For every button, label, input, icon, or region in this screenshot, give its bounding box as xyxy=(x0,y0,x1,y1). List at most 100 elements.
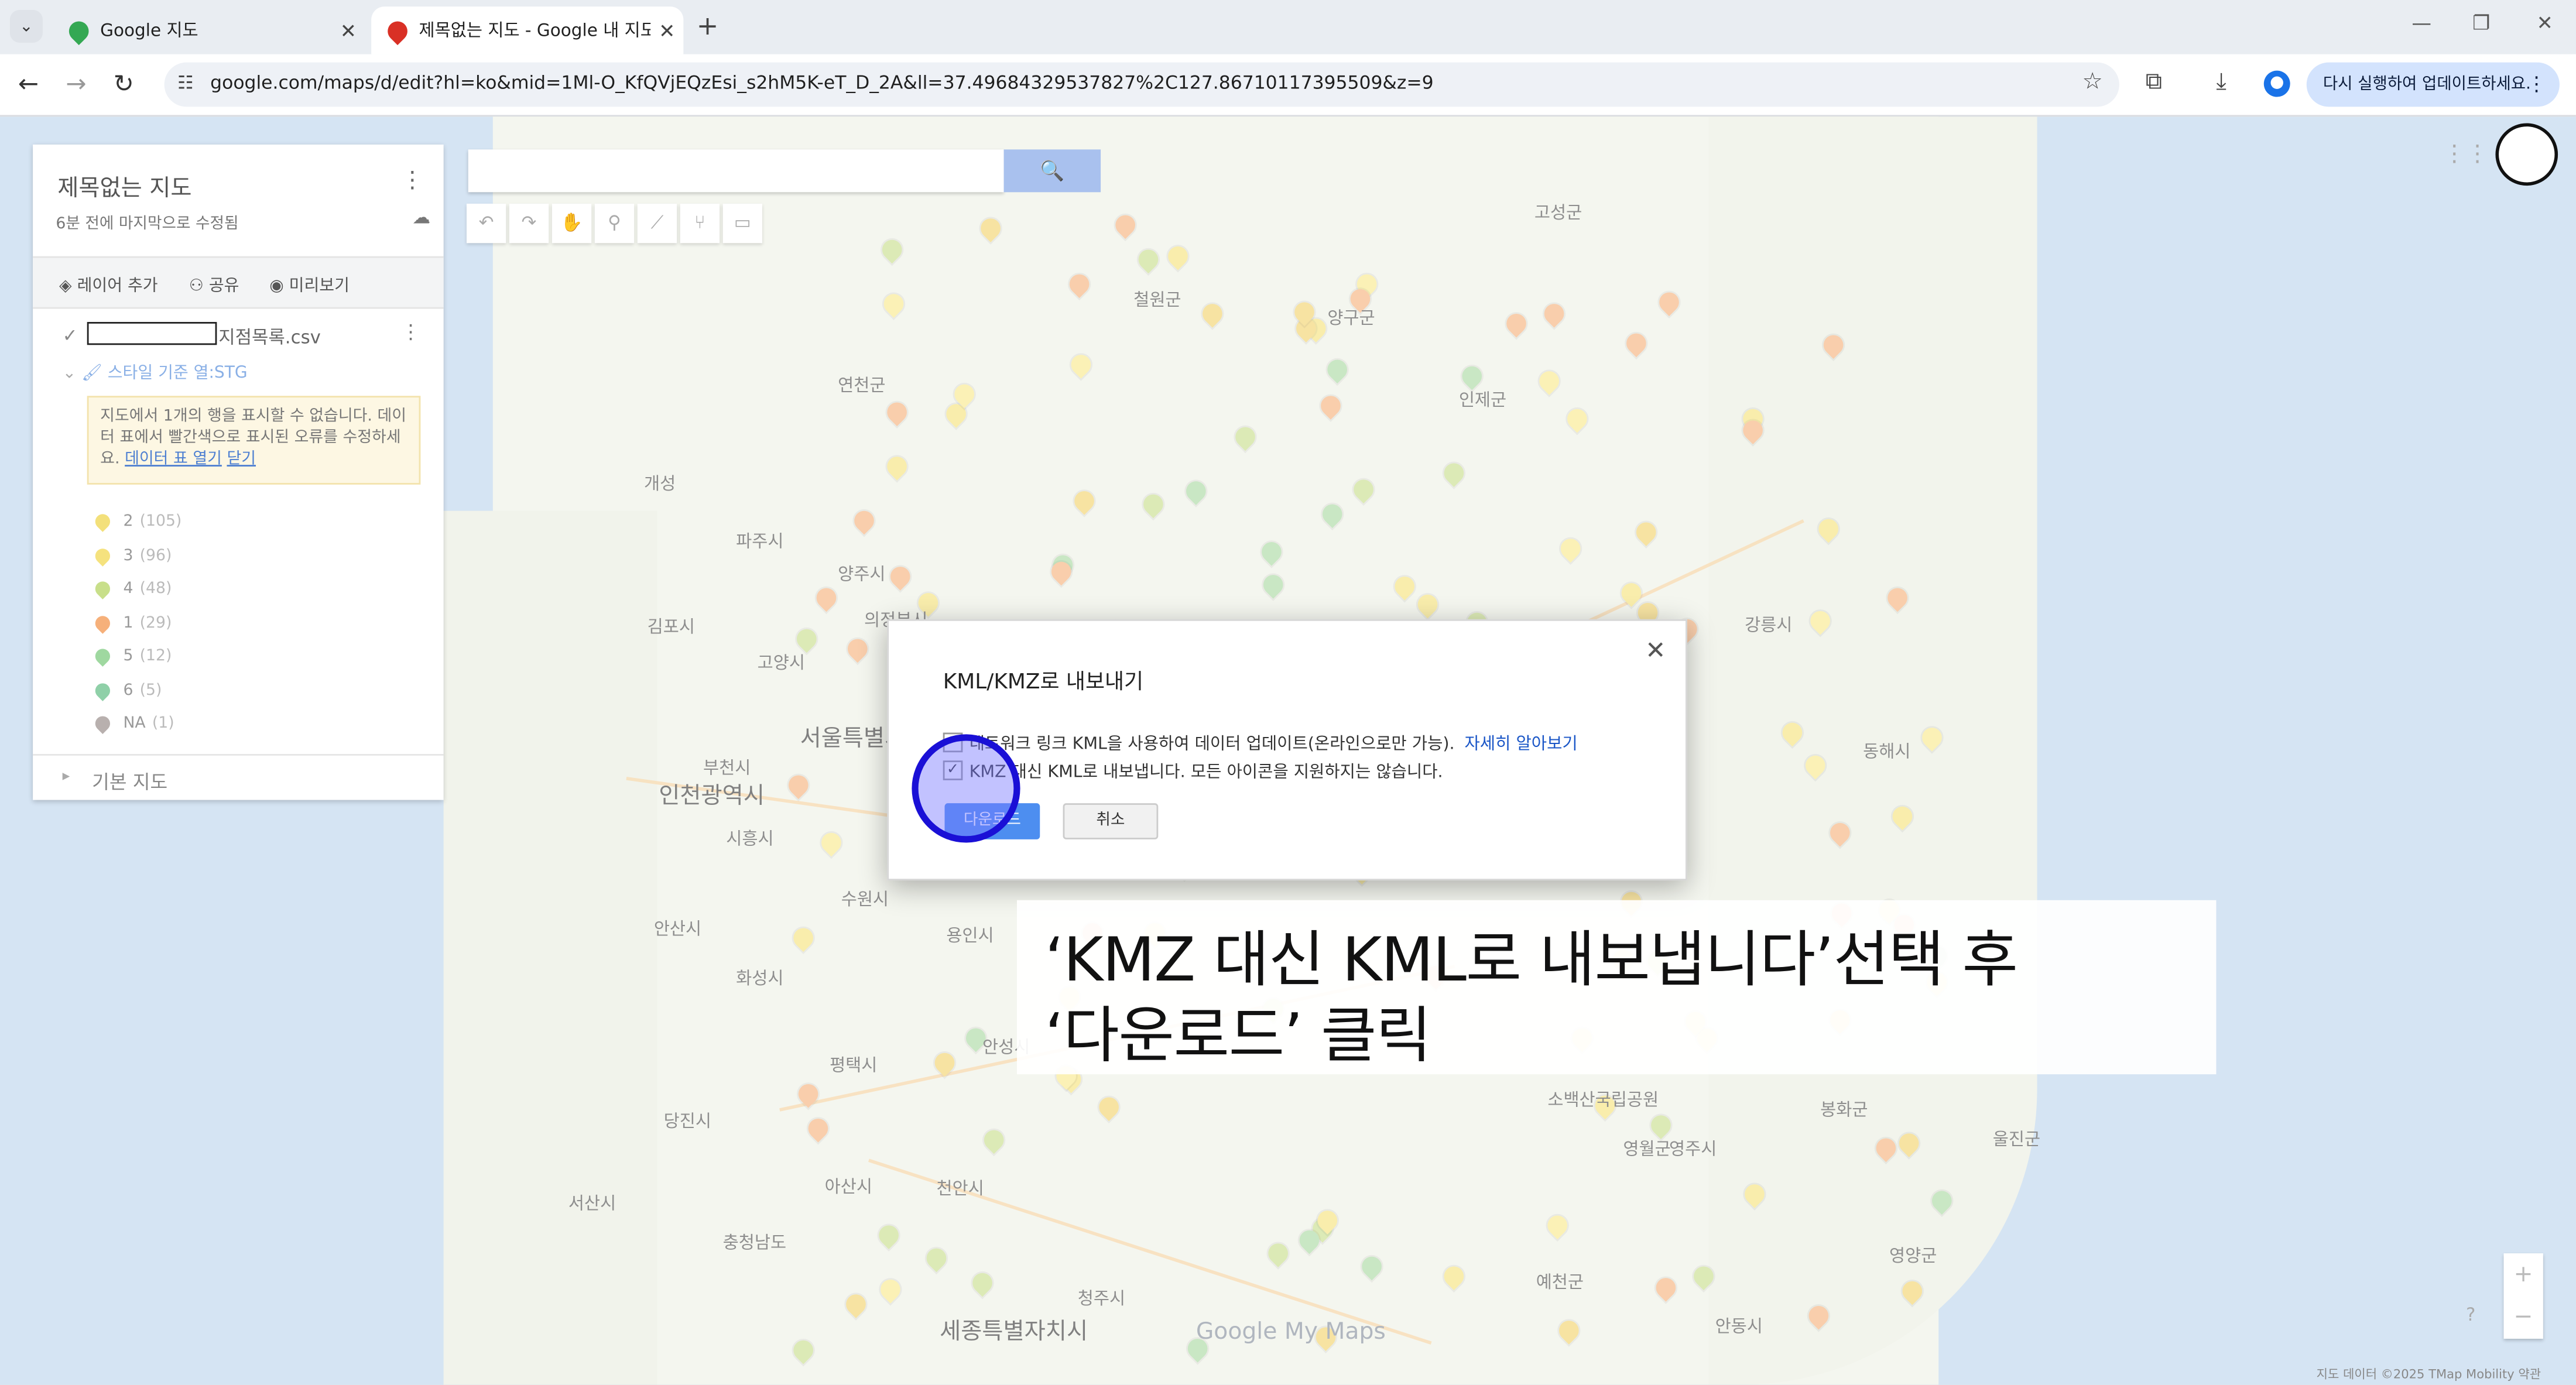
map-title[interactable]: 제목없는 지도 xyxy=(57,171,191,204)
legend-label: 4 xyxy=(123,580,133,598)
dialog-close-icon[interactable]: ✕ xyxy=(1645,636,1666,666)
forward-arrow-icon[interactable]: → xyxy=(66,69,86,99)
legend-item[interactable]: 4 (48) xyxy=(92,578,172,599)
search-icon: 🔍 xyxy=(1040,159,1065,183)
style-label: 스타일 기준 열:STG xyxy=(107,364,248,383)
extensions-puzzle-icon[interactable]: ⧉ xyxy=(2146,69,2162,95)
last-edited-text: 6분 전에 마지막으로 수정됨 xyxy=(56,215,239,234)
legend-label: 1 xyxy=(123,613,133,632)
panel-menu-kebab-icon[interactable]: ⋮ xyxy=(401,167,424,194)
legend-count: (12) xyxy=(139,647,172,666)
error-warning-box: 지도에서 1개의 행을 표시할 수 없습니다. 데이터 표에서 빨간색으로 표시… xyxy=(87,396,421,485)
map-side-panel: 제목없는 지도 ⋮ 6분 전에 마지막으로 수정됨 ☁ ◈ 레이어 추가 ⚇ 공… xyxy=(33,144,444,800)
add-person-icon: ⚇ xyxy=(189,277,204,296)
chevron-right-icon[interactable]: ▸ xyxy=(63,769,70,785)
menu-kebab-icon[interactable]: ⋮ xyxy=(2527,63,2547,107)
legend-item[interactable]: 2 (105) xyxy=(92,511,182,532)
zoom-in-icon[interactable]: + xyxy=(2503,1253,2543,1296)
reload-icon[interactable]: ↻ xyxy=(114,69,134,99)
layers-icon: ◈ xyxy=(59,277,72,296)
paint-roller-icon: 🖌 xyxy=(81,364,102,383)
legend-marker-icon xyxy=(92,646,114,667)
share-button[interactable]: ⚇ 공유 xyxy=(189,271,239,296)
legend-item[interactable]: 1 (29) xyxy=(92,612,172,633)
chevron-down-icon[interactable]: ⌄ xyxy=(63,365,77,383)
search-button[interactable]: 🔍 xyxy=(1003,149,1101,193)
network-link-option[interactable]: 네트워크 링크 KML을 사용하여 데이터 업데이트(온라인으로만 가능). 자… xyxy=(943,729,1578,754)
tab-title: Google 지도 xyxy=(100,21,198,42)
base-map-label: 기본 지도 xyxy=(92,770,168,794)
help-icon[interactable]: ? xyxy=(2466,1304,2475,1325)
marker-icon[interactable]: ⚲ xyxy=(594,203,635,244)
zoom-controls: + − xyxy=(2503,1253,2543,1339)
zoom-out-icon[interactable]: − xyxy=(2503,1296,2543,1339)
restore-icon[interactable]: ❐ xyxy=(2472,12,2490,35)
address-bar[interactable]: ☷ google.com/maps/d/edit?hl=ko&mid=1Ml-O… xyxy=(164,62,2119,107)
new-tab-icon[interactable]: + xyxy=(697,10,719,41)
site-info-icon[interactable]: ☷ xyxy=(177,72,194,93)
url-text[interactable]: google.com/maps/d/edit?hl=ko&mid=1Ml-O_K… xyxy=(210,72,1433,93)
click-highlight-circle xyxy=(912,734,1020,843)
screenshot-root: ⌄ Google 지도 ✕ 제목없는 지도 - Google 내 지도 ✕ + … xyxy=(0,0,2576,1385)
cancel-button[interactable]: 취소 xyxy=(1063,803,1159,839)
learn-more-link[interactable]: 자세히 알아보기 xyxy=(1465,729,1578,754)
hand-icon[interactable]: ✋ xyxy=(551,203,592,244)
base-map-section[interactable]: ▸ 기본 지도 xyxy=(33,753,444,793)
tab-google-maps[interactable]: Google 지도 ✕ xyxy=(53,6,365,54)
legend-marker-icon xyxy=(92,612,114,633)
legend-item[interactable]: 6 (5) xyxy=(92,679,162,701)
redo-icon[interactable]: ↷ xyxy=(509,203,549,244)
legend-marker-icon xyxy=(92,578,114,599)
directions-icon[interactable]: ⑂ xyxy=(680,203,720,244)
panel-actions: ◈ 레이어 추가 ⚇ 공유 ◉ 미리보기 xyxy=(33,256,444,309)
tab-close-icon[interactable]: ✕ xyxy=(650,19,683,42)
window-close-icon[interactable]: ✕ xyxy=(2537,12,2553,35)
account-avatar[interactable] xyxy=(2495,123,2558,186)
update-button[interactable]: 다시 실행하여 업데이트하세요. ⋮ xyxy=(2306,62,2560,107)
legend-marker-icon xyxy=(92,544,114,566)
bookmark-star-icon[interactable]: ☆ xyxy=(2082,69,2103,95)
close-warning-link[interactable]: 닫기 xyxy=(227,450,256,468)
minimize-icon[interactable]: — xyxy=(2411,12,2431,35)
back-arrow-icon[interactable]: ← xyxy=(18,69,39,99)
legend-marker-icon xyxy=(92,511,114,532)
preview-button[interactable]: ◉ 미리보기 xyxy=(269,271,350,296)
legend-count: (96) xyxy=(139,546,172,564)
map-attribution: 지도 데이터 ©2025 TMap Mobility 약관 xyxy=(2316,1366,2541,1381)
layer-name[interactable]: 지점목록.csv xyxy=(218,324,321,350)
legend-count: (1) xyxy=(152,714,174,733)
open-data-table-link[interactable]: 데이터 표 열기 xyxy=(125,450,222,468)
legend-count: (5) xyxy=(139,681,162,699)
tab-close-icon[interactable]: ✕ xyxy=(332,19,365,42)
draw-line-icon[interactable]: ⟋ xyxy=(637,203,677,244)
share-label: 공유 xyxy=(208,277,239,296)
add-layer-button[interactable]: ◈ 레이어 추가 xyxy=(59,271,158,296)
profile-avatar-icon[interactable]: ● xyxy=(2263,70,2290,97)
tab-my-maps[interactable]: 제목없는 지도 - Google 내 지도 ✕ xyxy=(371,6,684,54)
layer-visibility-checkbox[interactable]: ✓ xyxy=(63,325,78,347)
layer-menu-kebab-icon[interactable]: ⋮ xyxy=(401,320,421,343)
cloud-saved-icon: ☁ xyxy=(412,207,431,229)
download-icon[interactable]: ⤓ xyxy=(2216,69,2226,95)
legend-label: 5 xyxy=(123,647,133,666)
legend-item[interactable]: 3 (96) xyxy=(92,544,172,566)
undo-icon[interactable]: ↶ xyxy=(466,203,506,244)
legend-item[interactable]: NA (1) xyxy=(92,713,174,734)
legend-label: NA xyxy=(123,714,146,733)
tab-search-button[interactable]: ⌄ xyxy=(9,9,43,43)
legend-marker-icon xyxy=(92,713,114,734)
maps-favicon-icon xyxy=(64,16,93,44)
ruler-icon[interactable]: ▭ xyxy=(722,203,763,244)
update-button-label: 다시 실행하여 업데이트하세요. xyxy=(2322,76,2531,94)
style-by-column[interactable]: ⌄ 🖌 스타일 기준 열:STG xyxy=(63,358,248,383)
network-link-label: 네트워크 링크 KML을 사용하여 데이터 업데이트(온라인으로만 가능). xyxy=(969,736,1455,754)
preview-label: 미리보기 xyxy=(289,277,350,296)
legend-label: 3 xyxy=(123,546,133,564)
redaction-box xyxy=(87,321,217,345)
map-toolbar: ↶ ↷ ✋ ⚲ ⟋ ⑂ ▭ xyxy=(466,203,766,244)
legend-count: (105) xyxy=(139,512,182,531)
add-layer-label: 레이어 추가 xyxy=(77,277,158,296)
legend-item[interactable]: 5 (12) xyxy=(92,646,172,667)
map-search-input[interactable] xyxy=(468,149,1004,193)
legend-label: 6 xyxy=(123,681,133,699)
